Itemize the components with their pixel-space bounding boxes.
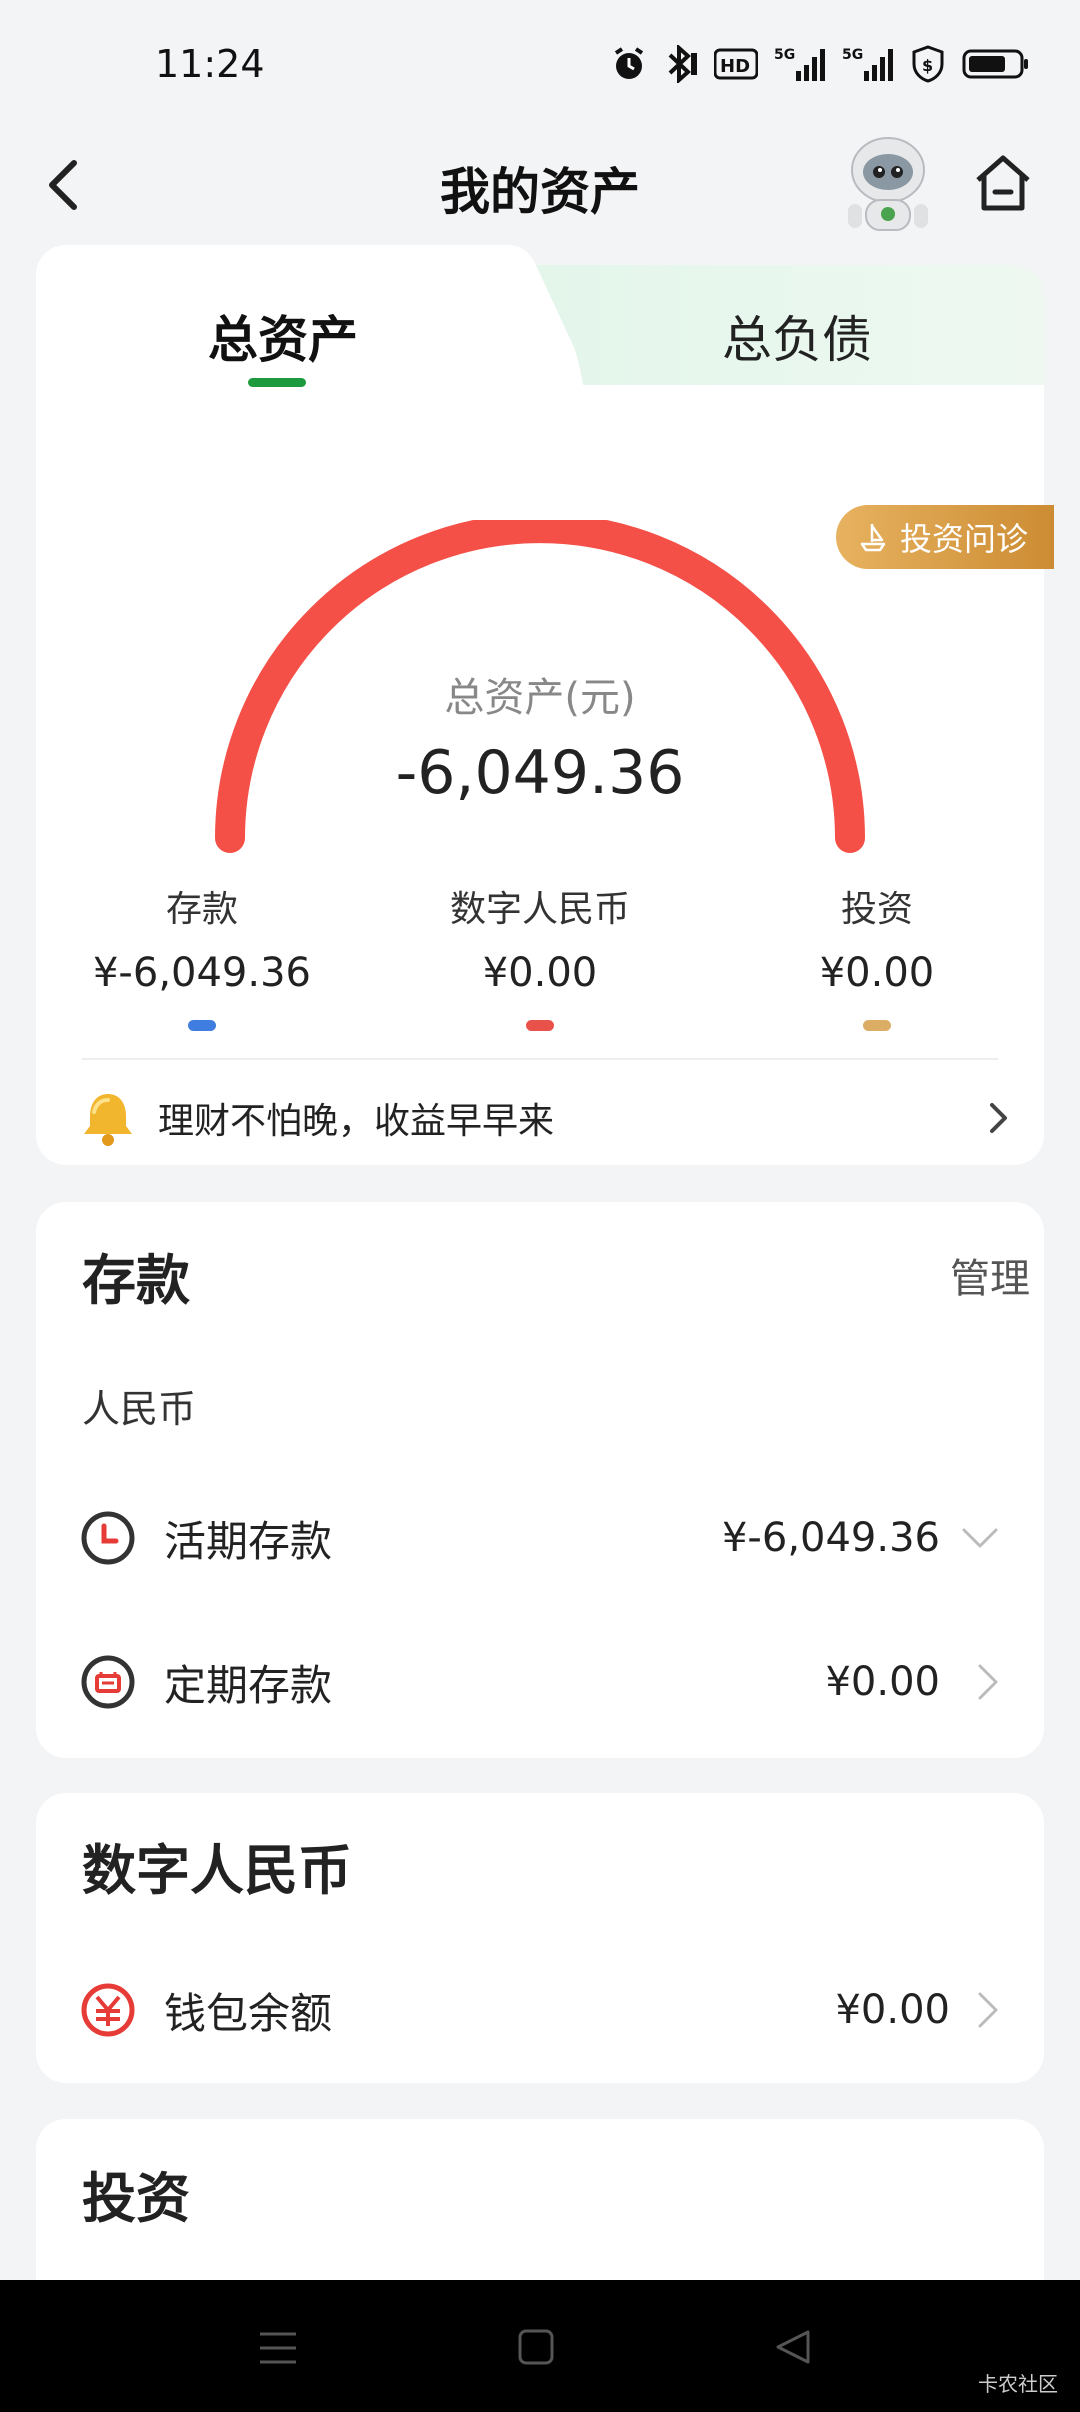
robot-assistant-icon[interactable] <box>838 130 938 240</box>
nav-bar: 我的资产 <box>0 130 1080 240</box>
calendar-icon <box>81 1655 135 1709</box>
svg-text:$: $ <box>922 56 933 75</box>
menu-icon[interactable] <box>258 2330 298 2366</box>
system-nav-bar <box>0 2280 1080 2412</box>
chevron-down-icon <box>962 1528 998 1548</box>
chevron-right-icon <box>978 1992 998 2028</box>
currency-label: 人民币 <box>82 1387 197 1431</box>
digital-rmb-title: 数字人民币 <box>82 1839 352 1902</box>
divider <box>82 1058 998 1060</box>
bluetooth-icon <box>668 45 697 83</box>
gauge-label: 总资产(元) <box>444 675 636 721</box>
svg-text:5G: 5G <box>774 47 795 63</box>
tab-total-liabilities[interactable]: 总负债 <box>722 300 872 372</box>
home-square-icon[interactable] <box>518 2328 554 2366</box>
chevron-right-icon <box>990 1103 1007 1133</box>
category-amount: ¥0.00 <box>482 950 598 996</box>
row-label: 活期存款 <box>164 1516 333 1566</box>
category-color-dot <box>526 1020 554 1031</box>
row-label: 钱包余额 <box>164 1988 333 2038</box>
svg-text:5G: 5G <box>842 47 863 63</box>
invest-diagnosis-label: 投资问诊 <box>900 520 1029 558</box>
signal-5g-icon-1: 5G <box>774 47 825 81</box>
category-amount: ¥0.00 <box>819 950 935 996</box>
bell-icon <box>84 1094 132 1146</box>
alarm-icon <box>614 47 644 79</box>
category-investment[interactable]: 投资 ¥0.00 <box>727 880 1027 1031</box>
deposit-title: 存款 <box>82 1249 190 1312</box>
category-name: 数字人民币 <box>449 889 630 930</box>
shield-dollar-icon: $ <box>912 45 944 83</box>
chevron-right-icon <box>978 1664 998 1700</box>
status-icons: HD 5G 5G $ <box>610 45 1030 83</box>
battery-icon <box>962 49 1028 79</box>
row-value: ¥0.00 <box>825 1659 940 1705</box>
row-value: ¥0.00 <box>835 1987 950 2033</box>
row-value: ¥-6,049.36 <box>721 1515 940 1561</box>
page: 11:24 HD 5G 5G $ 我的资产 总资产 总负债 投资问诊 总资产(元… <box>0 0 1080 2412</box>
category-amount: ¥-6,049.36 <box>92 950 311 996</box>
row-label: 定期存款 <box>164 1660 333 1710</box>
category-name: 投资 <box>840 889 913 930</box>
category-deposit[interactable]: 存款 ¥-6,049.36 <box>52 880 352 1031</box>
total-assets-value: -6,049.36 <box>395 738 685 808</box>
svg-text:HD: HD <box>720 56 750 77</box>
back-triangle-icon[interactable] <box>774 2328 812 2366</box>
promo-banner[interactable]: 理财不怕晚，收益早早来 <box>80 1085 1010 1151</box>
tab-active-indicator <box>248 378 306 387</box>
manage-button[interactable]: 管理 <box>950 1246 1030 1304</box>
home-icon[interactable] <box>972 152 1034 214</box>
category-name: 存款 <box>165 889 238 930</box>
watermark: 卡农社区 <box>978 2372 1058 2396</box>
wallet-balance-row[interactable]: 钱包余额 ¥0.00 <box>80 1970 1000 2050</box>
demand-deposit-row[interactable]: 活期存款 ¥-6,049.36 <box>80 1498 1000 1578</box>
status-time: 11:24 <box>155 42 265 86</box>
signal-5g-icon-2: 5G <box>842 47 893 81</box>
hd-icon: HD <box>714 48 758 80</box>
digital-rmb-icon <box>81 1983 135 2037</box>
category-color-dot <box>188 1020 216 1031</box>
status-bar: 11:24 HD 5G 5G $ <box>0 0 1080 130</box>
promo-text: 理财不怕晚，收益早早来 <box>158 1101 555 1142</box>
tab-total-assets[interactable]: 总资产 <box>208 300 358 372</box>
investment-title: 投资 <box>82 2167 190 2230</box>
clock-icon <box>81 1511 135 1565</box>
category-digital-rmb[interactable]: 数字人民币 ¥0.00 <box>390 880 690 1031</box>
category-color-dot <box>863 1020 891 1031</box>
fixed-deposit-row[interactable]: 定期存款 ¥0.00 <box>80 1642 1000 1722</box>
